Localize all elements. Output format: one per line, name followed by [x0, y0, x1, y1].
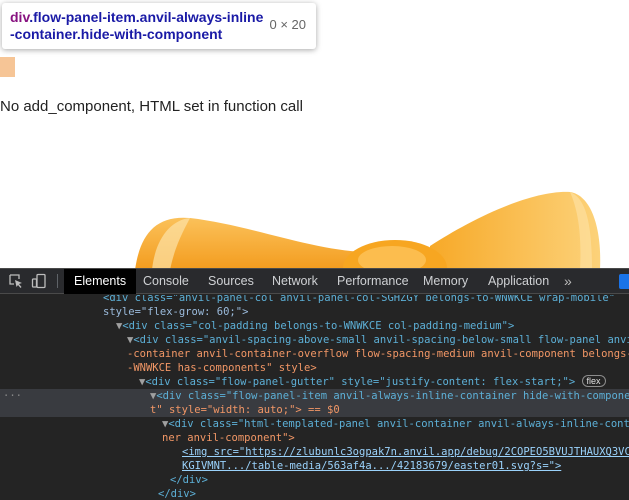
dom-node-line[interactable]: </div> — [0, 473, 629, 487]
easter-bow-image — [135, 191, 601, 268]
dom-node-line[interactable]: </div> — [0, 487, 629, 500]
more-options-icon[interactable]: ··· — [3, 389, 22, 403]
tab-sources[interactable]: Sources — [198, 269, 264, 294]
dom-node-line[interactable]: KGIVMNT.../table-media/563af4a.../421836… — [0, 459, 629, 473]
settings-indicator[interactable] — [619, 274, 629, 289]
flex-badge[interactable]: flex — [581, 375, 606, 387]
dom-node-line[interactable]: -WNWKCE has-components" style> — [0, 361, 629, 375]
tab-network[interactable]: Network — [262, 269, 328, 294]
dom-node-line[interactable]: <img src="https://zlubunlc3ogpak7n.anvil… — [0, 445, 629, 459]
tab-console[interactable]: Console — [133, 269, 199, 294]
inspected-element-highlight — [0, 57, 15, 77]
device-toggle-icon[interactable] — [31, 273, 47, 289]
toolbar-divider — [57, 274, 58, 288]
dom-node-line[interactable]: ▼<div class="flow-panel-gutter" style="j… — [0, 375, 629, 389]
devtools-panel: Elements Console Sources Network Perform… — [0, 268, 629, 500]
inspect-tooltip: div.flow-panel-item.anvil-always-inline … — [2, 3, 316, 49]
inspect-element-icon[interactable] — [8, 273, 24, 289]
tab-elements[interactable]: Elements — [64, 269, 137, 294]
tab-application[interactable]: Application — [478, 269, 559, 294]
tab-memory[interactable]: Memory — [413, 269, 478, 294]
dom-node-line[interactable]: ner anvil-component"> — [0, 431, 629, 445]
page-body-text: No add_component, HTML set in function c… — [0, 98, 303, 115]
dom-node-line[interactable]: -container anvil-container-overflow flow… — [0, 347, 629, 361]
tooltip-selector: div.flow-panel-item.anvil-always-inline … — [10, 9, 265, 43]
dom-node-line[interactable]: style="flex-grow: 60;"> — [0, 305, 629, 319]
dom-node-line[interactable]: ▼<div class="html-templated-panel anvil-… — [0, 417, 629, 431]
dom-node-line-selected[interactable]: t" style="width: auto;"> == $0 — [0, 403, 629, 417]
devtools-toolbar: Elements Console Sources Network Perform… — [0, 269, 629, 294]
dom-node-line-selected[interactable]: ··· ▼<div class="flow-panel-item anvil-al… — [0, 389, 629, 403]
page-viewport: nt No add_component, HTML set in functio… — [0, 0, 629, 268]
dom-node-line[interactable]: <div class="anvil-panel-col anvil-panel-… — [0, 295, 629, 305]
dom-node-line[interactable]: ▼<div class="col-padding belongs-to-WNWK… — [0, 319, 629, 333]
tooltip-classes-line1: .flow-panel-item.anvil-always-inline — [29, 9, 264, 25]
tooltip-element-size: 0 × 20 — [269, 17, 306, 32]
tooltip-tag-name: div — [10, 9, 30, 25]
chevron-double-right-icon[interactable]: » — [564, 269, 572, 294]
tooltip-classes-line2: -container.hide-with-component — [10, 26, 223, 42]
tab-performance[interactable]: Performance — [327, 269, 419, 294]
dom-node-line[interactable]: ▼<div class="anvil-spacing-above-small a… — [0, 333, 629, 347]
dom-tree: <div class="anvil-panel-col anvil-panel-… — [0, 295, 629, 500]
